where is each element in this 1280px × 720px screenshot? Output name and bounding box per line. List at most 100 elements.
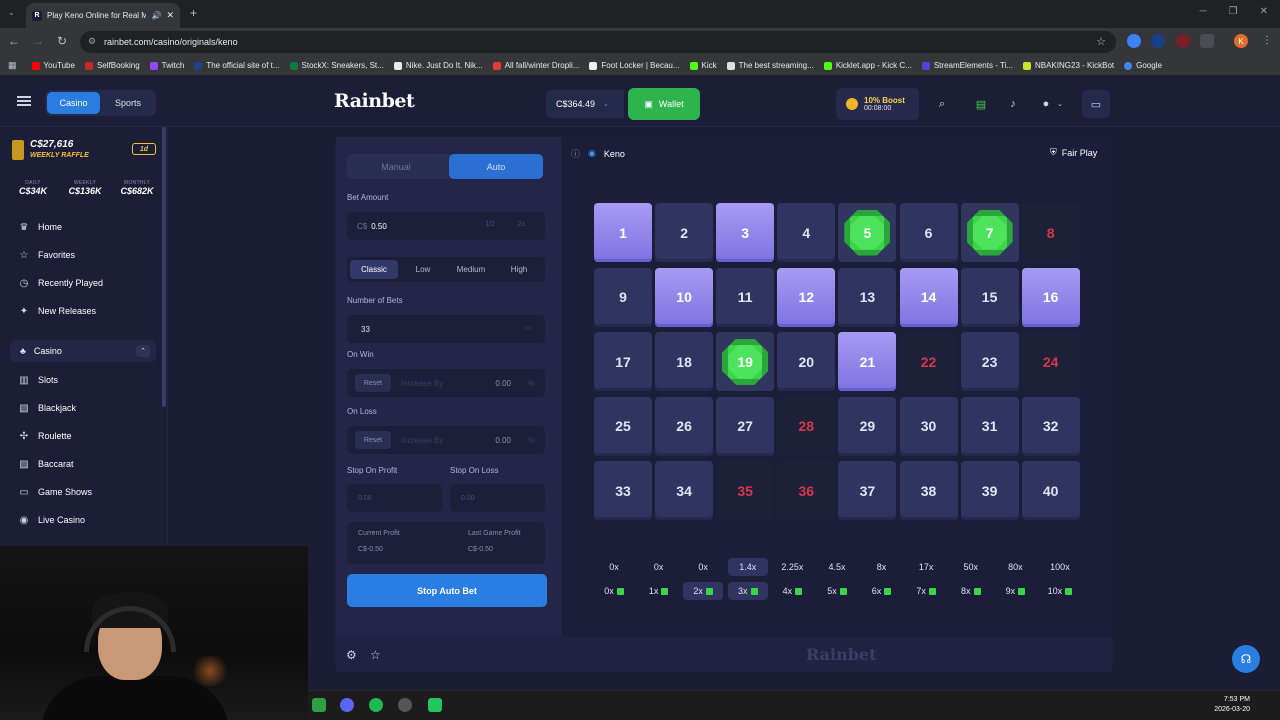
keno-tile[interactable]: 20 bbox=[777, 332, 836, 392]
bookmark-item[interactable]: StockX: Sneakers, St... bbox=[285, 61, 389, 70]
apps-icon[interactable]: ▦ bbox=[8, 60, 27, 71]
discord-icon[interactable] bbox=[340, 698, 354, 712]
extension-icon[interactable] bbox=[1127, 34, 1141, 48]
sidebar-item-baccarat[interactable]: ▨ Baccarat bbox=[18, 453, 73, 475]
keno-tile[interactable]: 3 bbox=[716, 203, 775, 262]
sports-tab[interactable]: Sports bbox=[103, 92, 153, 114]
tab-list-icon[interactable]: ⌄ bbox=[8, 8, 15, 17]
keno-tile[interactable]: 1 bbox=[594, 203, 652, 262]
bookmark-item[interactable]: All fall/winter Dropli... bbox=[488, 61, 585, 70]
bookmark-star-icon[interactable]: ☆ bbox=[1096, 35, 1106, 48]
keno-tile[interactable]: 7 bbox=[960, 203, 1019, 262]
url-field[interactable]: ⚙ rainbet.com/casino/originals/keno ☆ bbox=[80, 31, 1116, 53]
stop-auto-bet-button[interactable]: Stop Auto Bet bbox=[347, 574, 547, 607]
keno-tile[interactable]: 25 bbox=[594, 396, 652, 456]
bookmark-item[interactable]: StreamElements - Ti... bbox=[917, 61, 1018, 70]
on-loss-reset-button[interactable]: Reset bbox=[355, 431, 391, 449]
info-icon[interactable]: ⓘ bbox=[571, 147, 580, 160]
bell-icon[interactable]: ♪ bbox=[999, 90, 1027, 118]
extension-icon[interactable] bbox=[1151, 34, 1165, 48]
keno-tile[interactable]: 29 bbox=[838, 396, 897, 456]
chevron-up-icon[interactable]: ⌃ bbox=[136, 345, 150, 357]
sidebar-casino-section[interactable]: ♣ Casino ⌃ bbox=[10, 340, 156, 362]
gift-icon[interactable]: ▤ bbox=[967, 90, 995, 118]
extension-icon[interactable] bbox=[1176, 34, 1190, 48]
weekly-raffle[interactable]: C$27,616 WEEKLY RAFFLE 1d bbox=[12, 137, 158, 167]
bet-amount-input[interactable]: C$ 0.50 1/2 2x bbox=[347, 212, 545, 240]
keno-tile[interactable]: 10 bbox=[655, 267, 714, 327]
keno-tile[interactable]: 18 bbox=[655, 332, 714, 392]
risk-classic[interactable]: Classic bbox=[350, 260, 398, 279]
profile-avatar[interactable]: K bbox=[1234, 34, 1248, 48]
restore-icon[interactable]: ❐ bbox=[1229, 6, 1238, 17]
keno-tile[interactable]: 9 bbox=[594, 267, 652, 327]
close-window-icon[interactable]: ✕ bbox=[1260, 6, 1268, 17]
keno-tile[interactable]: 35 bbox=[716, 461, 775, 521]
spotify-icon[interactable] bbox=[369, 698, 383, 712]
casino-tab[interactable]: Casino bbox=[47, 92, 100, 114]
keno-tile[interactable]: 23 bbox=[960, 332, 1019, 392]
minimize-icon[interactable]: ─ bbox=[1200, 6, 1207, 17]
tab-close-icon[interactable]: ✕ bbox=[166, 10, 174, 21]
bookmark-item[interactable]: Google bbox=[1119, 61, 1167, 70]
boost-widget[interactable]: 10% Boost 00:08:00 bbox=[836, 88, 919, 120]
risk-low[interactable]: Low bbox=[399, 260, 447, 279]
sidebar-item-slots[interactable]: ▥ Slots bbox=[18, 369, 58, 391]
risk-high[interactable]: High bbox=[495, 260, 543, 279]
balance-selector[interactable]: C$364.49 ⌄ bbox=[546, 90, 624, 118]
bookmark-item[interactable]: The best streaming... bbox=[722, 61, 819, 70]
sidebar-item-live-casino[interactable]: ◉ Live Casino bbox=[18, 509, 85, 531]
keno-tile[interactable]: 34 bbox=[655, 461, 714, 521]
keno-tile[interactable]: 22 bbox=[899, 332, 958, 392]
keno-tile[interactable]: 12 bbox=[777, 267, 836, 327]
new-tab-icon[interactable]: + bbox=[190, 6, 197, 20]
bookmark-item[interactable]: YouTube bbox=[27, 61, 80, 70]
double-bet-button[interactable]: 2x bbox=[518, 221, 525, 228]
keno-tile[interactable]: 26 bbox=[655, 396, 714, 456]
sidebar-item-new-releases[interactable]: ✦ New Releases bbox=[18, 300, 96, 322]
bookmark-item[interactable]: NBAKING23 - KickBot bbox=[1018, 61, 1119, 70]
keno-tile[interactable]: 39 bbox=[960, 461, 1019, 521]
keno-tile[interactable]: 21 bbox=[838, 332, 897, 392]
chat-icon[interactable]: ▭ bbox=[1082, 90, 1110, 118]
keno-tile[interactable]: 36 bbox=[777, 461, 836, 521]
chevron-down-icon[interactable]: ⌄ bbox=[1052, 90, 1068, 118]
bookmark-item[interactable]: Kick bbox=[685, 61, 722, 70]
browser-menu-icon[interactable]: ⋮ bbox=[1262, 35, 1272, 46]
num-bets-input[interactable]: 33 ∞ bbox=[347, 315, 545, 343]
keno-tile[interactable]: 27 bbox=[716, 396, 775, 456]
browser-tab[interactable]: R Play Keno Online for Real M 🔊 ✕ bbox=[26, 3, 180, 28]
bookmark-item[interactable]: Twitch bbox=[145, 61, 190, 70]
risk-medium[interactable]: Medium bbox=[447, 260, 495, 279]
sidebar-scrollbar[interactable] bbox=[162, 127, 166, 407]
keno-tile[interactable]: 31 bbox=[960, 396, 1019, 456]
app-icon[interactable] bbox=[428, 698, 442, 712]
xbox-icon[interactable] bbox=[312, 698, 326, 712]
sidebar-item-recently-played[interactable]: ◷ Recently Played bbox=[18, 272, 103, 294]
on-win-increase-input[interactable]: Increase By bbox=[401, 379, 443, 388]
tab-manual[interactable]: Manual bbox=[347, 154, 445, 179]
keno-tile[interactable]: 13 bbox=[838, 267, 897, 327]
fair-play-button[interactable]: ⛨ Fair Play bbox=[1050, 147, 1097, 158]
keno-tile[interactable]: 4 bbox=[777, 203, 836, 262]
on-loss-increase-input[interactable]: Increase By bbox=[401, 436, 443, 445]
keno-tile[interactable]: 37 bbox=[838, 461, 897, 521]
half-bet-button[interactable]: 1/2 bbox=[485, 221, 495, 228]
search-icon[interactable]: ⌕ bbox=[928, 90, 956, 118]
sidebar-item-favorites[interactable]: ☆ Favorites bbox=[18, 244, 76, 266]
favorite-star-icon[interactable]: ☆ bbox=[370, 648, 381, 662]
site-info-icon[interactable]: ⚙ bbox=[88, 36, 96, 47]
infinity-icon[interactable]: ∞ bbox=[525, 323, 531, 332]
stop-loss-input[interactable]: 0.00 bbox=[450, 484, 545, 512]
menu-icon[interactable] bbox=[17, 96, 31, 106]
keno-tile[interactable]: 5 bbox=[838, 203, 897, 262]
keno-tile[interactable]: 32 bbox=[1021, 396, 1080, 456]
reload-icon[interactable]: ↻ bbox=[54, 34, 70, 48]
stop-profit-input[interactable]: 0.00 bbox=[347, 484, 442, 512]
keno-tile[interactable]: 30 bbox=[899, 396, 958, 456]
keno-tile[interactable]: 8 bbox=[1021, 203, 1080, 262]
sidebar-item-blackjack[interactable]: ▧ Blackjack bbox=[18, 397, 76, 419]
support-headset-icon[interactable]: ☊ bbox=[1232, 645, 1260, 673]
bookmark-item[interactable]: SelfBooking bbox=[80, 61, 145, 70]
extensions-puzzle-icon[interactable] bbox=[1200, 34, 1214, 48]
